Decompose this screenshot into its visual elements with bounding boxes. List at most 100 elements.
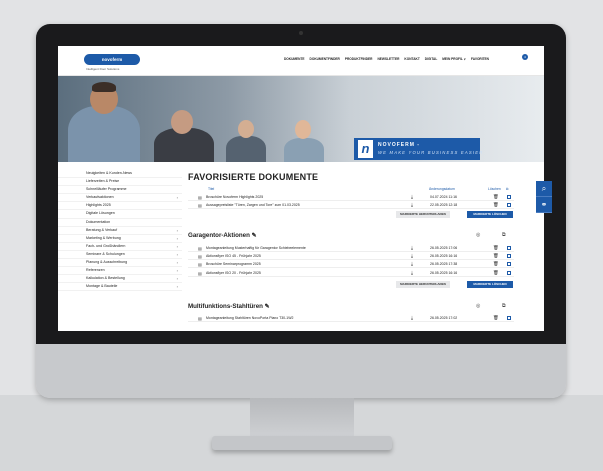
section-title-stahltueren: Multifunktions-Stahltüren ✎ <box>188 303 270 310</box>
view-icon[interactable]: ◎ <box>476 303 480 309</box>
sidebar-item-label: Seminare & Schulungen <box>86 251 125 256</box>
chevron-right-icon: › <box>176 195 178 201</box>
sidebar-item[interactable]: Referenzen › <box>58 267 182 276</box>
novoferm-logo[interactable]: novoferm <box>84 54 140 65</box>
delete-marked-button[interactable]: MARKIERTE LÖSCHEN <box>467 211 513 218</box>
document-title[interactable]: Aussagepreisliste "Türen, Zargen und Tor… <box>206 203 300 207</box>
change-date: 26.05.2025 16:16 <box>430 254 458 259</box>
table-row[interactable]: ▤ Montageanleitung Musterhaftig für Garag… <box>188 244 514 252</box>
download-icon[interactable]: ⤓ <box>411 253 413 258</box>
select-checkbox[interactable] <box>507 203 511 208</box>
document-title[interactable]: Montageanleitung Musterhaftig für Garage… <box>206 246 306 250</box>
nav-produktfinder[interactable]: PRODUKTFINDER <box>345 57 373 61</box>
sidebar-item[interactable]: Kalkulation & Bestellung › <box>58 275 182 284</box>
select-checkbox[interactable] <box>507 262 511 267</box>
chevron-right-icon: › <box>176 235 178 241</box>
trash-icon[interactable]: 🗑 <box>493 245 499 251</box>
sidebar-item[interactable]: Digitale Lösungen <box>58 210 182 219</box>
nav-favoriten[interactable]: FAVORITEN <box>471 57 489 61</box>
sidebar-item[interactable]: Dokumentation <box>58 219 182 227</box>
select-checkbox[interactable] <box>507 246 511 250</box>
view-icon[interactable]: ◎ <box>476 232 480 238</box>
trash-icon[interactable]: 🗑 <box>493 270 499 276</box>
nav-digital[interactable]: DIGITAL <box>425 57 438 61</box>
column-date: Änderungsdatum <box>429 187 455 191</box>
sidebar-item-label: Montage & Bauteile <box>86 284 118 289</box>
nav-dokumente[interactable]: DOKUMENTE <box>284 57 305 61</box>
sidebar-item[interactable]: Schnellläufer Programme <box>58 186 182 195</box>
camera-dot <box>299 31 303 35</box>
trash-icon[interactable]: 🗑 <box>493 253 499 259</box>
document-icon: ▤ <box>198 254 202 260</box>
select-checkbox[interactable] <box>507 316 511 320</box>
monitor-chin <box>36 344 566 398</box>
download-icon[interactable]: ⤓ <box>411 270 413 275</box>
document-icon: ▤ <box>198 316 202 321</box>
download-icon[interactable]: ⤓ <box>411 261 413 266</box>
select-checkbox[interactable] <box>507 195 511 199</box>
link-icon[interactable]: ⚭ <box>536 197 552 213</box>
sidebar-item[interactable]: Seminare & Schulungen › <box>58 251 182 260</box>
copy-icon[interactable]: ⧉ <box>502 303 506 309</box>
download-icon[interactable]: ⤓ <box>411 315 413 320</box>
sidebar-item[interactable]: Montage & Bauteile › <box>58 283 182 292</box>
delete-marked-button[interactable]: MARKIERTE LÖSCHEN <box>467 281 513 288</box>
hero-person-3 <box>226 136 266 162</box>
nav-mein-profil[interactable]: MEIN PROFIL ∨ <box>442 57 466 61</box>
sidebar-item[interactable]: Neuigkeiten & Kunden-News <box>58 170 182 179</box>
tagline: Intelligent Door Solutions <box>86 67 120 71</box>
sidebar-item[interactable]: Marketing & Werbung › <box>58 235 182 243</box>
download-marked-button[interactable]: MARKIERTE HERUNTERLADEN <box>396 281 450 288</box>
copy-icon[interactable]: ⧉ <box>502 232 506 238</box>
search-icon[interactable]: ⌕ <box>536 181 552 197</box>
download-icon[interactable]: ⤓ <box>411 194 413 199</box>
trash-icon[interactable]: 🗑 <box>493 202 499 208</box>
header: novoferm Intelligent Door Solutions DOKU… <box>58 46 544 76</box>
page-title: FAVORISIERTE DOKUMENTE <box>188 172 319 182</box>
sidebar-item[interactable]: Fach- und Großhändlern › <box>58 243 182 251</box>
download-icon[interactable]: ⤓ <box>411 202 413 207</box>
edit-icon[interactable]: ✎ <box>265 303 270 310</box>
sidebar-item-label: Verkaufsaktionen <box>86 195 114 200</box>
sidebar-item[interactable]: Lieferzeiten & Preise <box>58 178 182 187</box>
trash-icon[interactable]: 🗑 <box>493 315 499 321</box>
trash-icon[interactable]: 🗑 <box>493 194 499 200</box>
sidebar-item[interactable]: Planung & Ausschreibung › <box>58 259 182 268</box>
nav-dokumentfinder[interactable]: DOKUMENTFINDER <box>310 57 340 61</box>
table-row[interactable]: ▤ Montageanleitung Stahltüren NovoPorta P… <box>188 314 514 322</box>
banner-brand: NOVOFERM - <box>378 142 420 148</box>
table-row[interactable]: ▤ Aussagepreisliste "Türen, Zargen und To… <box>188 201 514 210</box>
document-title[interactable]: Broschüre Seminarprogramm 2025 <box>206 262 261 266</box>
document-title[interactable]: Aktionsflyer ISO 20 - Frühjahr 2025 <box>206 271 261 275</box>
favorites-count-badge: 4 <box>522 54 528 60</box>
trash-icon[interactable]: 🗑 <box>493 261 499 267</box>
document-title[interactable]: Broschüre Novoferm Highlights 2025 <box>206 195 263 199</box>
download-marked-button[interactable]: MARKIERTE HERUNTERLADEN <box>396 211 450 218</box>
main-content: FAVORISIERTE DOKUMENTE Titel Änderungsda… <box>186 162 516 331</box>
chevron-right-icon: › <box>176 260 178 266</box>
chevron-right-icon: › <box>176 243 178 249</box>
document-title[interactable]: Aktionsflyer ISO 45 - Frühjahr 2025 <box>206 254 261 258</box>
chevron-right-icon: › <box>176 227 178 233</box>
table-row[interactable]: ▤ Broschüre Novoferm Highlights 2025 ⤓ 04.0… <box>188 193 514 201</box>
sidebar-item-label: Referenzen <box>86 268 105 273</box>
sidebar-item[interactable]: Beratung & Verkauf › <box>58 227 182 235</box>
sidebar-item[interactable]: Verkaufsaktionen › <box>58 194 182 203</box>
sidebar-item[interactable]: Highlights 2025 <box>58 202 182 211</box>
download-icon[interactable]: ⤓ <box>411 245 413 250</box>
novoferm-n-logo: n <box>358 140 373 158</box>
change-date: 26.05.2025 16:16 <box>430 270 458 275</box>
nav-newsletter[interactable]: NEWSLETTER <box>377 57 399 61</box>
sidebar-item-label: Marketing & Werbung <box>86 235 121 240</box>
select-checkbox[interactable] <box>507 270 511 275</box>
document-title[interactable]: Montageanleitung Stahltüren NovoPorta Pi… <box>206 316 294 320</box>
monitor-stand-foot <box>212 436 392 450</box>
nav-kontakt[interactable]: KONTAKT <box>404 57 419 61</box>
copy-icon[interactable]: ⧉ <box>506 187 508 191</box>
table-row[interactable]: ▤ Aktionsflyer ISO 20 - Frühjahr 2025 ⤓ 26.… <box>188 269 514 277</box>
edit-icon[interactable]: ✎ <box>252 232 257 239</box>
table-row[interactable]: ▤ Aktionsflyer ISO 45 - Frühjahr 2025 ⤓ 26.… <box>188 252 514 261</box>
table-row[interactable]: ▤ Broschüre Seminarprogramm 2025 ⤓ 26.05.20… <box>188 260 514 269</box>
select-checkbox[interactable] <box>507 254 511 259</box>
hero-person-2-head <box>171 110 193 134</box>
